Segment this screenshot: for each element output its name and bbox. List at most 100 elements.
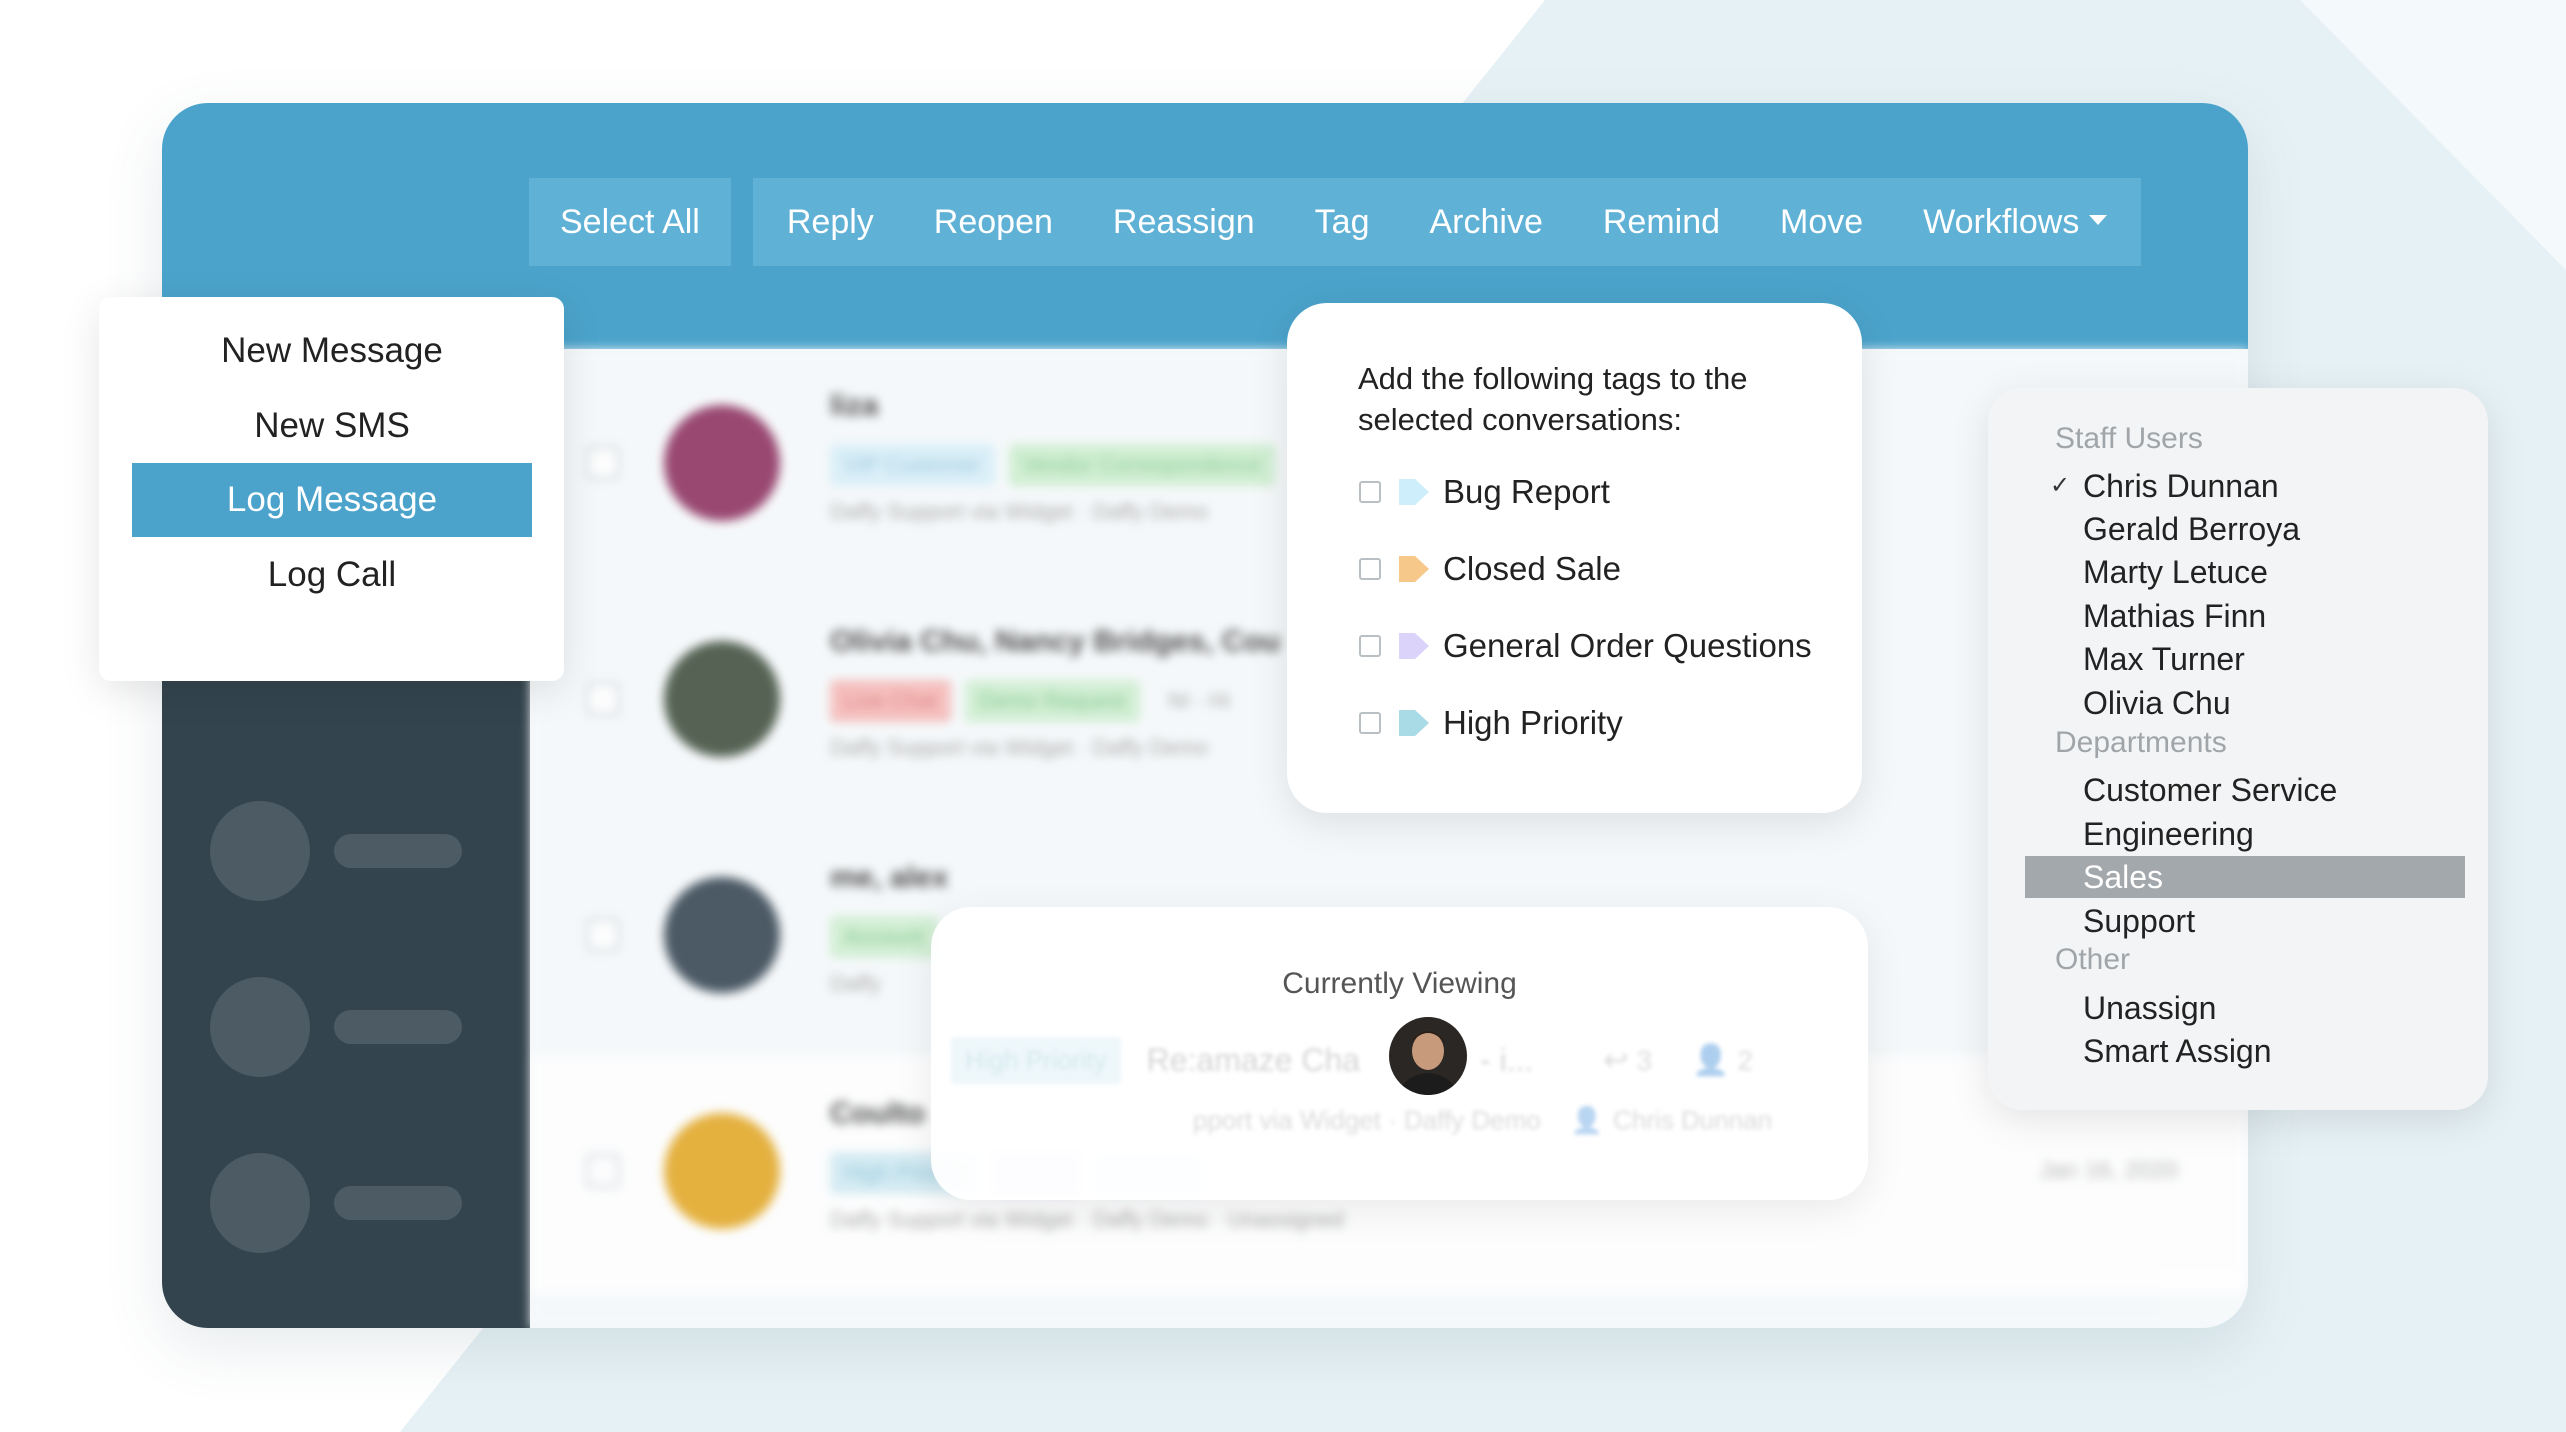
assign-option-engineering[interactable]: Engineering <box>2025 813 2465 855</box>
menu-item-log-call[interactable]: Log Call <box>132 538 532 612</box>
menu-item-new-sms[interactable]: New SMS <box>132 389 532 463</box>
menu-item-log-message[interactable]: Log Message <box>132 463 532 537</box>
avatar <box>664 1113 780 1229</box>
assign-option-label: Chris Dunnan <box>2083 468 2279 504</box>
avatar <box>664 877 780 993</box>
assign-option-gerald-berroya[interactable]: Gerald Berroya <box>2025 508 2465 550</box>
assign-option-mathias-finn[interactable]: Mathias Finn <box>2025 595 2465 637</box>
tag-popup-title: Add the following tags to the selected c… <box>1358 361 1748 437</box>
sidebar-item-placeholder[interactable] <box>210 977 462 1077</box>
workflows-dropdown[interactable]: Workflows <box>1893 178 2137 266</box>
person-avatar-icon <box>1389 1017 1467 1095</box>
reply-count: 3 <box>1636 1044 1653 1076</box>
avatar <box>664 641 780 757</box>
select-all-button[interactable]: Select All <box>529 178 731 266</box>
assign-option-customer-service[interactable]: Customer Service <box>2025 769 2465 811</box>
tag-checkbox[interactable] <box>1359 635 1381 657</box>
tag-option-label: Bug Report <box>1443 473 1610 510</box>
assign-option-olivia-chu[interactable]: Olivia Chu <box>2025 682 2465 724</box>
assign-option-unassign[interactable]: Unassign <box>2025 987 2465 1029</box>
tag-option-label: Closed Sale <box>1443 550 1621 587</box>
sidebar-item-placeholder[interactable] <box>210 1153 462 1253</box>
assign-option-label: Gerald Berroya <box>2083 511 2300 547</box>
select-all-group: Select All <box>529 178 731 266</box>
tag-option-label: High Priority <box>1443 704 1623 741</box>
tag-badge: VIP Customer <box>830 444 995 486</box>
assign-option-label: Smart Assign <box>2083 1033 2272 1069</box>
row-checkbox[interactable] <box>586 446 620 480</box>
section-heading-departments: Departments <box>2055 726 2227 759</box>
sidebar-avatar-placeholder <box>210 977 310 1077</box>
conversation-participants: me, alex <box>830 861 949 894</box>
conversation-subject: Re:amaze Cha <box>1146 1042 1361 1078</box>
remind-button[interactable]: Remind <box>1573 178 1750 266</box>
conversation-participants: liza <box>830 389 879 422</box>
tag-option-general-order-questions[interactable]: General Order Questions <box>1359 627 1812 665</box>
currently-viewing-title: Currently Viewing <box>1282 967 1517 1000</box>
move-button[interactable]: Move <box>1750 178 1893 266</box>
tag-badge: NI - Hi <box>1167 688 1231 713</box>
assign-option-support[interactable]: Support <box>2025 900 2465 942</box>
new-message-menu: New Message New SMS Log Message Log Call <box>99 297 564 681</box>
assign-option-label: Sales <box>2083 859 2164 895</box>
tag-checkbox[interactable] <box>1359 481 1381 503</box>
viewer-avatar <box>1389 1017 1467 1095</box>
tag-icon <box>1399 710 1429 736</box>
row-checkbox[interactable] <box>586 918 620 952</box>
tag-option-closed-sale[interactable]: Closed Sale <box>1359 550 1621 588</box>
sidebar-item-placeholder[interactable] <box>210 801 462 901</box>
row-checkbox[interactable] <box>586 682 620 716</box>
reply-button[interactable]: Reply <box>757 178 904 266</box>
row-checkbox[interactable] <box>586 1154 620 1188</box>
tag-option-label: General Order Questions <box>1443 627 1812 664</box>
section-heading-other: Other <box>2055 943 2131 976</box>
tag-option-high-priority[interactable]: High Priority <box>1359 704 1623 742</box>
tag-button[interactable]: Tag <box>1285 178 1400 266</box>
assign-option-label: Unassign <box>2083 990 2217 1026</box>
conversation-meta: Daffy <box>830 971 881 996</box>
tag-badge: Vendor Correspondence <box>1008 444 1276 486</box>
assign-option-label: Max Turner <box>2083 641 2245 677</box>
caret-down-icon <box>2089 215 2108 226</box>
user-count: 2 <box>1737 1044 1754 1076</box>
assign-option-smart-assign[interactable]: Smart Assign <box>2025 1030 2465 1072</box>
workflows-label: Workflows <box>1923 203 2080 241</box>
assign-option-max-turner[interactable]: Max Turner <box>2025 638 2465 680</box>
action-group: Reply Reopen Reassign Tag Archive Remind… <box>752 178 2142 266</box>
assignee-name: Chris Dunnan <box>1613 1105 1773 1135</box>
reply-icon: ↩ <box>1603 1044 1629 1077</box>
bulk-action-toolbar: Select All Reply Reopen Reassign Tag Arc… <box>529 178 2163 266</box>
menu-item-new-message[interactable]: New Message <box>132 314 532 388</box>
currently-viewing-row: High Priority Re:amaze Cha - i... ↩ 3 👤 … <box>951 1037 1753 1084</box>
conversation-tags: Live Chat Demo Request NI - Hi <box>830 680 1258 722</box>
assign-option-sales[interactable]: Sales <box>2025 856 2465 898</box>
assign-option-label: Customer Service <box>2083 772 2338 808</box>
sidebar-avatar-placeholder <box>210 1153 310 1253</box>
assign-option-label: Support <box>2083 903 2196 939</box>
conversation-tags: VIP Customer Vendor Correspondence <box>830 444 1289 486</box>
conversation-date: Jan 16, 2020 <box>2039 1157 2178 1184</box>
assign-dropdown: Staff Users ✓ Chris Dunnan Gerald Berroy… <box>1988 388 2488 1110</box>
tag-badge: Live Chat <box>830 680 951 722</box>
archive-button[interactable]: Archive <box>1399 178 1572 266</box>
assign-option-chris-dunnan[interactable]: ✓ Chris Dunnan <box>2025 465 2465 507</box>
conversation-meta: Daffy Support via Widget · Daffy Demo <box>830 499 1209 524</box>
tag-icon <box>1399 479 1429 505</box>
assign-option-label: Olivia Chu <box>2083 685 2231 721</box>
tag-option-bug-report[interactable]: Bug Report <box>1359 473 1610 511</box>
tag-badge: Account <box>830 916 938 958</box>
conversation-meta: Daffy Support via Widget · Daffy Demo · … <box>830 1207 1344 1232</box>
assign-option-marty-letuce[interactable]: Marty Letuce <box>2025 551 2465 593</box>
avatar <box>664 405 780 521</box>
conversation-participants: Olivia Chu, Nancy Bridges, Cou <box>830 625 1281 658</box>
user-icon: 👤 <box>1692 1044 1730 1077</box>
reopen-button[interactable]: Reopen <box>904 178 1083 266</box>
currently-viewing-card: Currently Viewing High Priority Re:amaze… <box>931 907 1868 1200</box>
assign-option-label: Marty Letuce <box>2083 554 2268 590</box>
tag-icon <box>1399 556 1429 582</box>
tag-checkbox[interactable] <box>1359 558 1381 580</box>
tag-checkbox[interactable] <box>1359 712 1381 734</box>
tag-badge: High Priority <box>951 1037 1121 1084</box>
reassign-button[interactable]: Reassign <box>1083 178 1285 266</box>
assignee-icon: 👤 <box>1570 1105 1604 1135</box>
